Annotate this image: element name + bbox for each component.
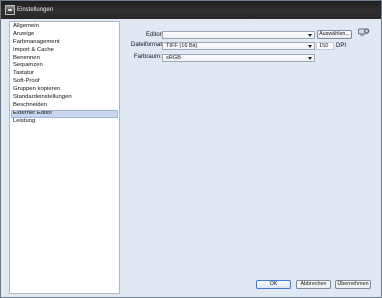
sidebar-item-gruppen-kopieren[interactable]: Gruppen kopieren <box>11 86 118 94</box>
sidebar-item-soft-proof[interactable]: Soft-Proof <box>11 78 118 86</box>
sidebar-item-anzeige[interactable]: Anzeige <box>11 31 118 39</box>
apply-button[interactable]: Übernehmen <box>335 280 371 289</box>
sidebar-item-standardeinstellungen[interactable]: Standardeinstellungen <box>11 94 118 102</box>
gear-icon[interactable] <box>358 27 370 37</box>
sidebar-item-allgemein[interactable]: Allgemein <box>11 23 118 31</box>
sidebar-item-externer-editor[interactable]: Externer Editor <box>11 109 118 118</box>
format-select[interactable]: TIFF (16 Bit) <box>162 42 315 50</box>
chevron-down-icon <box>308 45 312 48</box>
dialog-content: Allgemein Anzeige Farbmanagement Import & C… <box>1 19 381 297</box>
sidebar-item-farbmanagement[interactable]: Farbmanagement <box>11 39 118 47</box>
colorspace-label: Farbraum: <box>134 54 162 60</box>
chevron-down-icon <box>308 34 312 37</box>
format-label: Dateiformat: <box>131 42 164 48</box>
sidebar-item-import-and-cache[interactable]: Import & Cache <box>11 47 118 55</box>
sidebar-item-tastatur[interactable]: Tastatur <box>11 70 118 78</box>
editor-label: Editor: <box>146 32 164 38</box>
colorspace-select-value: sRGB <box>166 55 181 61</box>
browse-button[interactable]: Auswählen... <box>317 30 352 39</box>
window-title: Einstellungen <box>17 7 54 13</box>
dpi-input[interactable]: 150 <box>316 42 334 50</box>
chevron-down-icon <box>308 57 312 60</box>
settings-window: Einstellungen Allgemein Anzeige Farbmanage… <box>0 0 382 298</box>
colorspace-select[interactable]: sRGB <box>162 54 315 62</box>
cancel-button[interactable]: Abbrechen <box>296 280 331 289</box>
settings-sidebar: Allgemein Anzeige Farbmanagement Import & C… <box>9 21 120 294</box>
ok-button[interactable]: OK <box>256 280 291 289</box>
app-icon <box>5 5 15 15</box>
sidebar-item-benennen[interactable]: Benennen <box>11 55 118 63</box>
editor-select[interactable] <box>162 31 315 39</box>
sidebar-item-sequenzen[interactable]: Sequenzen <box>11 62 118 70</box>
sidebar-list: Allgemein Anzeige Farbmanagement Import & C… <box>11 23 118 126</box>
sidebar-item-beschneiden[interactable]: Beschneiden <box>11 102 118 110</box>
format-select-value: TIFF (16 Bit) <box>166 43 198 49</box>
title-bar: Einstellungen <box>1 1 381 19</box>
sidebar-item-leistung[interactable]: Leistung <box>11 118 118 126</box>
dpi-unit-label: DPI <box>336 43 347 49</box>
